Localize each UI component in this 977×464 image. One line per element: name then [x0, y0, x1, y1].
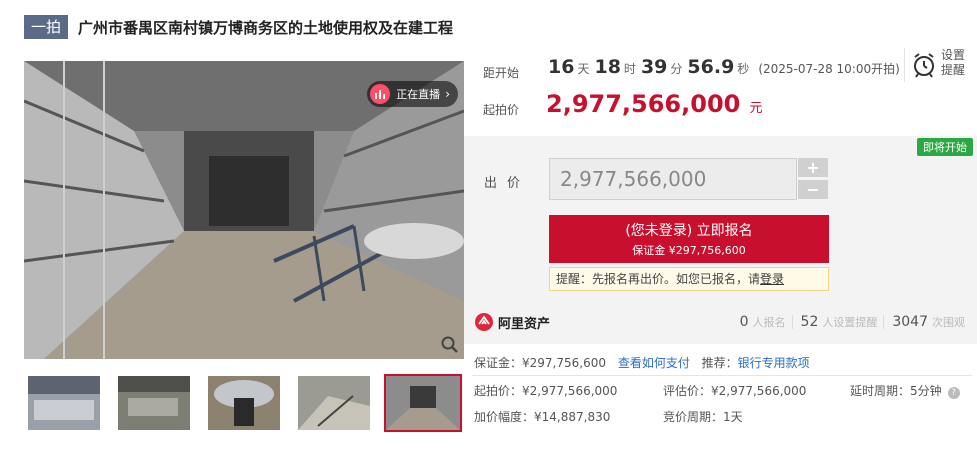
register-now-button[interactable]: (您未登录) 立即报名 保证金 ¥297,756,600	[549, 215, 829, 263]
chevron-right-icon: ›	[445, 87, 450, 101]
thumbnail[interactable]	[298, 376, 370, 430]
deposit-row: 保证金：¥297,756,600 查看如何支付 推荐：银行专用款项	[474, 354, 810, 371]
stat-label: 人报名	[752, 316, 786, 329]
page-title: 广州市番禺区南村镇万博商务区的土地使用权及在建工程	[78, 18, 454, 37]
start-price-label: 起拍价	[483, 103, 520, 117]
countdown-days-unit: 天	[577, 62, 590, 76]
set-reminder-button[interactable]: 设置 提醒	[904, 48, 976, 82]
thumbnail-strip	[24, 374, 464, 434]
auction-panel: 距开始 16 天 18 时 39 分 56.9 秒 (2025-07-28 10…	[464, 44, 977, 464]
ali-assets-logo: 阿里资产	[474, 312, 550, 332]
how-to-pay-link[interactable]: 查看如何支付	[618, 356, 690, 370]
thumbnail[interactable]	[28, 376, 100, 430]
countdown-seconds-unit: 秒	[737, 62, 750, 76]
countdown: 16 天 18 时 39 分 56.9 秒 (2025-07-28 10:00开…	[548, 56, 900, 78]
delay-text: 延时周期：5分钟	[850, 384, 942, 398]
bid-amount-input[interactable]	[549, 158, 797, 200]
detail-appraisal: 评估价：¥2,977,566,000	[663, 384, 807, 398]
start-price-unit: 元	[749, 101, 763, 116]
status-badge: 即将开始	[917, 138, 973, 156]
countdown-label: 距开始	[483, 66, 520, 80]
bid-label: 出价	[484, 176, 531, 191]
start-price: 2,977,566,000 元	[546, 90, 762, 118]
ali-assets-icon	[475, 313, 493, 331]
detail-increment: 加价幅度：¥14,887,830	[474, 410, 611, 424]
auction-stats: 0 人报名 52 人设置提醒 3047 次围观	[740, 314, 971, 330]
start-time-note: (2025-07-28 10:00开拍)	[758, 62, 900, 76]
stat-label: 次围观	[932, 316, 965, 329]
countdown-seconds: 56.9	[687, 56, 735, 78]
thumbnail[interactable]	[208, 376, 280, 430]
auction-round-badge: 一拍	[24, 15, 69, 39]
countdown-minutes: 39	[640, 56, 668, 78]
platform-row: 阿里资产 0 人报名 52 人设置提醒 3047 次围观	[464, 306, 977, 340]
detail-bid-cycle: 竞价周期：1天	[663, 410, 743, 424]
detail-delay: 延时周期：5分钟?	[850, 382, 960, 399]
login-tip: 提醒：先报名再出价。如您已报名，请登录	[549, 267, 829, 291]
title-bar: 一拍 广州市番禺区南村镇万博商务区的土地使用权及在建工程	[24, 14, 453, 40]
divider	[472, 375, 972, 376]
register-button-label: (您未登录) 立即报名	[625, 223, 753, 239]
bid-stepper: + −	[798, 158, 830, 200]
reminder-label-2: 提醒	[941, 63, 966, 77]
zoom-icon[interactable]	[440, 335, 460, 355]
detail-start-price: 起拍价：¥2,977,566,000	[474, 384, 618, 398]
help-icon[interactable]: ?	[947, 387, 960, 399]
stat-number: 52	[800, 314, 819, 330]
stat-divider	[791, 315, 793, 329]
increase-bid-button[interactable]: +	[798, 158, 828, 177]
platform-name: 阿里资产	[498, 316, 551, 332]
live-stream-label: 正在直播	[396, 88, 441, 101]
tip-text: 提醒：先报名再出价。如您已报名，请	[556, 272, 761, 286]
main-image[interactable]: 正在直播 ›	[24, 61, 464, 359]
login-link[interactable]: 登录	[760, 272, 784, 286]
start-price-value: 2,977,566,000	[546, 90, 741, 118]
thumbnail[interactable]	[118, 376, 190, 430]
stat-number: 0	[739, 314, 749, 330]
alarm-clock-icon	[914, 53, 934, 78]
stat-divider	[883, 315, 885, 329]
countdown-hours: 18	[594, 56, 621, 78]
stat-number: 3047	[892, 314, 928, 330]
deposit-sublabel: 保证金 ¥297,756,600	[632, 244, 746, 257]
countdown-hours-unit: 时	[623, 62, 636, 76]
reminder-label-1: 设置	[941, 48, 966, 62]
deposit-text: 保证金：¥297,756,600	[474, 356, 606, 370]
countdown-days: 16	[548, 56, 575, 78]
recommend-label: 推荐：	[701, 356, 738, 370]
countdown-minutes-unit: 分	[670, 62, 683, 76]
stat-label: 人设置提醒	[822, 316, 878, 329]
decrease-bid-button[interactable]: −	[798, 180, 828, 199]
live-stream-button[interactable]: 正在直播 ›	[367, 81, 458, 107]
thumbnail-selected[interactable]	[384, 374, 462, 432]
live-bars-icon	[370, 84, 391, 104]
bank-payment-link[interactable]: 银行专用款项	[738, 356, 810, 370]
